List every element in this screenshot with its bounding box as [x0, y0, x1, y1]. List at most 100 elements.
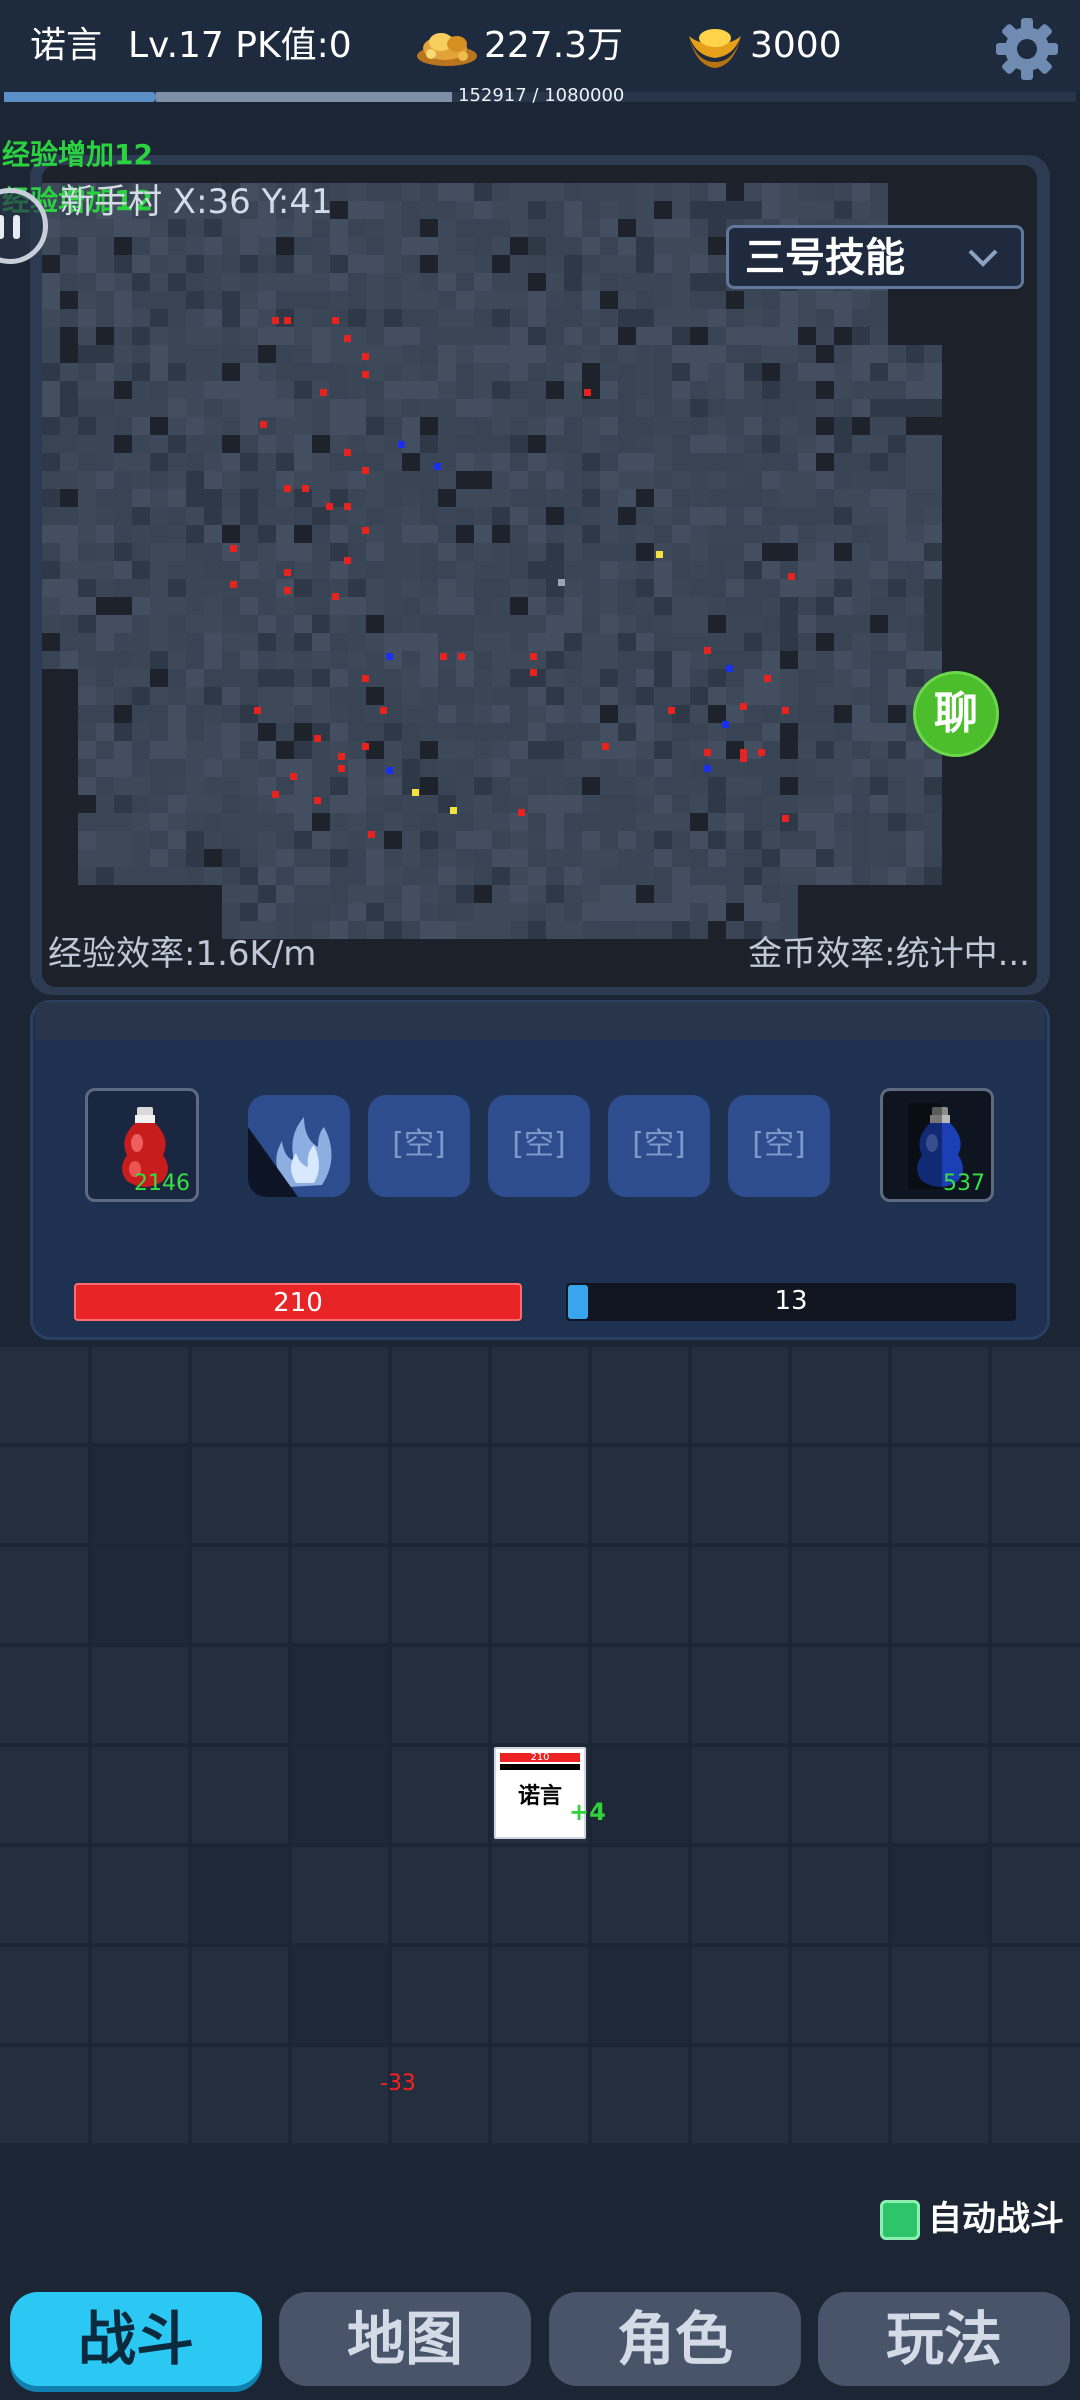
field-tile[interactable] — [792, 1947, 888, 2043]
field-tile[interactable] — [292, 1447, 388, 1543]
skill-slot-5[interactable]: [空] — [728, 1095, 830, 1197]
field-tile[interactable] — [992, 1347, 1080, 1443]
field-tile[interactable] — [392, 1347, 488, 1443]
field-tile[interactable] — [892, 1547, 988, 1643]
field-tile[interactable] — [592, 1747, 688, 1843]
field-tile[interactable] — [392, 1447, 488, 1543]
field-tile[interactable] — [92, 1847, 188, 1943]
tab-gameplay[interactable]: 玩法 — [818, 2292, 1070, 2386]
field-tile[interactable] — [792, 1847, 888, 1943]
field-tile[interactable] — [0, 2047, 88, 2143]
field-tile[interactable] — [192, 1447, 288, 1543]
field-tile[interactable] — [92, 1447, 188, 1543]
field-tile[interactable] — [592, 1347, 688, 1443]
field-tile[interactable] — [292, 2047, 388, 2143]
field-tile[interactable] — [492, 1647, 588, 1743]
field-tile[interactable] — [392, 1547, 488, 1643]
field-tile[interactable] — [0, 1647, 88, 1743]
field-tile[interactable] — [792, 1347, 888, 1443]
field-tile[interactable] — [892, 1747, 988, 1843]
field-tile[interactable] — [792, 1447, 888, 1543]
field-tile[interactable] — [692, 1947, 788, 2043]
field-tile[interactable] — [192, 1847, 288, 1943]
field-tile[interactable] — [592, 2047, 688, 2143]
field-tile[interactable] — [892, 1447, 988, 1543]
field-tile[interactable] — [292, 1347, 388, 1443]
field-tile[interactable] — [492, 1847, 588, 1943]
field-tile[interactable] — [392, 1647, 488, 1743]
field-tile[interactable] — [0, 1847, 88, 1943]
field-tile[interactable] — [0, 1447, 88, 1543]
field-tile[interactable] — [292, 1747, 388, 1843]
tab-map[interactable]: 地图 — [279, 2292, 531, 2386]
field-tile[interactable] — [292, 1547, 388, 1643]
field-tile[interactable] — [992, 1947, 1080, 2043]
field-tile[interactable] — [692, 2047, 788, 2143]
skill-slot-2[interactable]: [空] — [368, 1095, 470, 1197]
field-tile[interactable] — [792, 2047, 888, 2143]
field-tile[interactable] — [892, 1847, 988, 1943]
field-tile[interactable] — [792, 1547, 888, 1643]
field-tile[interactable] — [992, 1847, 1080, 1943]
field-tile[interactable] — [392, 1847, 488, 1943]
field-tile[interactable] — [392, 1747, 488, 1843]
field-tile[interactable] — [292, 1847, 388, 1943]
chat-button[interactable]: 聊 — [913, 671, 999, 757]
field-tile[interactable] — [692, 1747, 788, 1843]
field-tile[interactable] — [92, 1747, 188, 1843]
field-tile[interactable] — [792, 1747, 888, 1843]
tab-battle[interactable]: 战斗 — [10, 2292, 262, 2386]
field-tile[interactable] — [192, 2047, 288, 2143]
field-tile[interactable] — [192, 1547, 288, 1643]
auto-battle-checkbox[interactable] — [880, 2200, 920, 2240]
field-tile[interactable] — [192, 1747, 288, 1843]
field-tile[interactable] — [492, 1947, 588, 2043]
field-tile[interactable] — [892, 1647, 988, 1743]
field-tile[interactable] — [492, 1447, 588, 1543]
field-tile[interactable] — [992, 1747, 1080, 1843]
mp-potion-slot[interactable]: 537 — [880, 1088, 994, 1202]
field-tile[interactable] — [0, 1747, 88, 1843]
field-tile[interactable] — [192, 1347, 288, 1443]
field-tile[interactable] — [92, 1947, 188, 2043]
field-tile[interactable] — [592, 1647, 688, 1743]
field-tile[interactable] — [492, 2047, 588, 2143]
field-tile[interactable] — [392, 1947, 488, 2043]
field-tile[interactable] — [492, 1347, 588, 1443]
field-tile[interactable] — [0, 1947, 88, 2043]
field-tile[interactable] — [692, 1847, 788, 1943]
field-tile[interactable] — [892, 1347, 988, 1443]
field-tile[interactable] — [692, 1447, 788, 1543]
gear-icon[interactable] — [990, 12, 1064, 86]
field-tile[interactable] — [792, 1647, 888, 1743]
field-tile[interactable] — [492, 1547, 588, 1643]
field-tile[interactable] — [0, 1547, 88, 1643]
skill-dropdown[interactable]: 三号技能 — [726, 225, 1024, 289]
skill-slot-4[interactable]: [空] — [608, 1095, 710, 1197]
hp-potion-slot[interactable]: 2146 — [85, 1088, 199, 1202]
field-tile[interactable] — [0, 1347, 88, 1443]
field-tile[interactable] — [592, 1547, 688, 1643]
field-tile[interactable] — [992, 1647, 1080, 1743]
field-tile[interactable] — [992, 1447, 1080, 1543]
field-tile[interactable] — [92, 1547, 188, 1643]
field-tile[interactable] — [92, 1647, 188, 1743]
field-tile[interactable] — [692, 1547, 788, 1643]
skill-slot-3[interactable]: [空] — [488, 1095, 590, 1197]
field-tile[interactable] — [292, 1947, 388, 2043]
field-tile[interactable] — [892, 1947, 988, 2043]
field-tile[interactable] — [992, 1547, 1080, 1643]
field-tile[interactable] — [292, 1647, 388, 1743]
field-tile[interactable] — [592, 1447, 688, 1543]
field-tile[interactable] — [92, 2047, 188, 2143]
auto-battle-label[interactable]: 自动战斗 — [928, 2196, 1064, 2242]
field-tile[interactable] — [992, 2047, 1080, 2143]
field-tile[interactable] — [192, 1947, 288, 2043]
field-tile[interactable] — [592, 1847, 688, 1943]
field-tile[interactable] — [92, 1347, 188, 1443]
field-tile[interactable] — [192, 1647, 288, 1743]
skill-slot-1[interactable] — [248, 1095, 350, 1197]
field-tile[interactable] — [592, 1947, 688, 2043]
field-tile[interactable] — [692, 1347, 788, 1443]
field-tile[interactable] — [892, 2047, 988, 2143]
